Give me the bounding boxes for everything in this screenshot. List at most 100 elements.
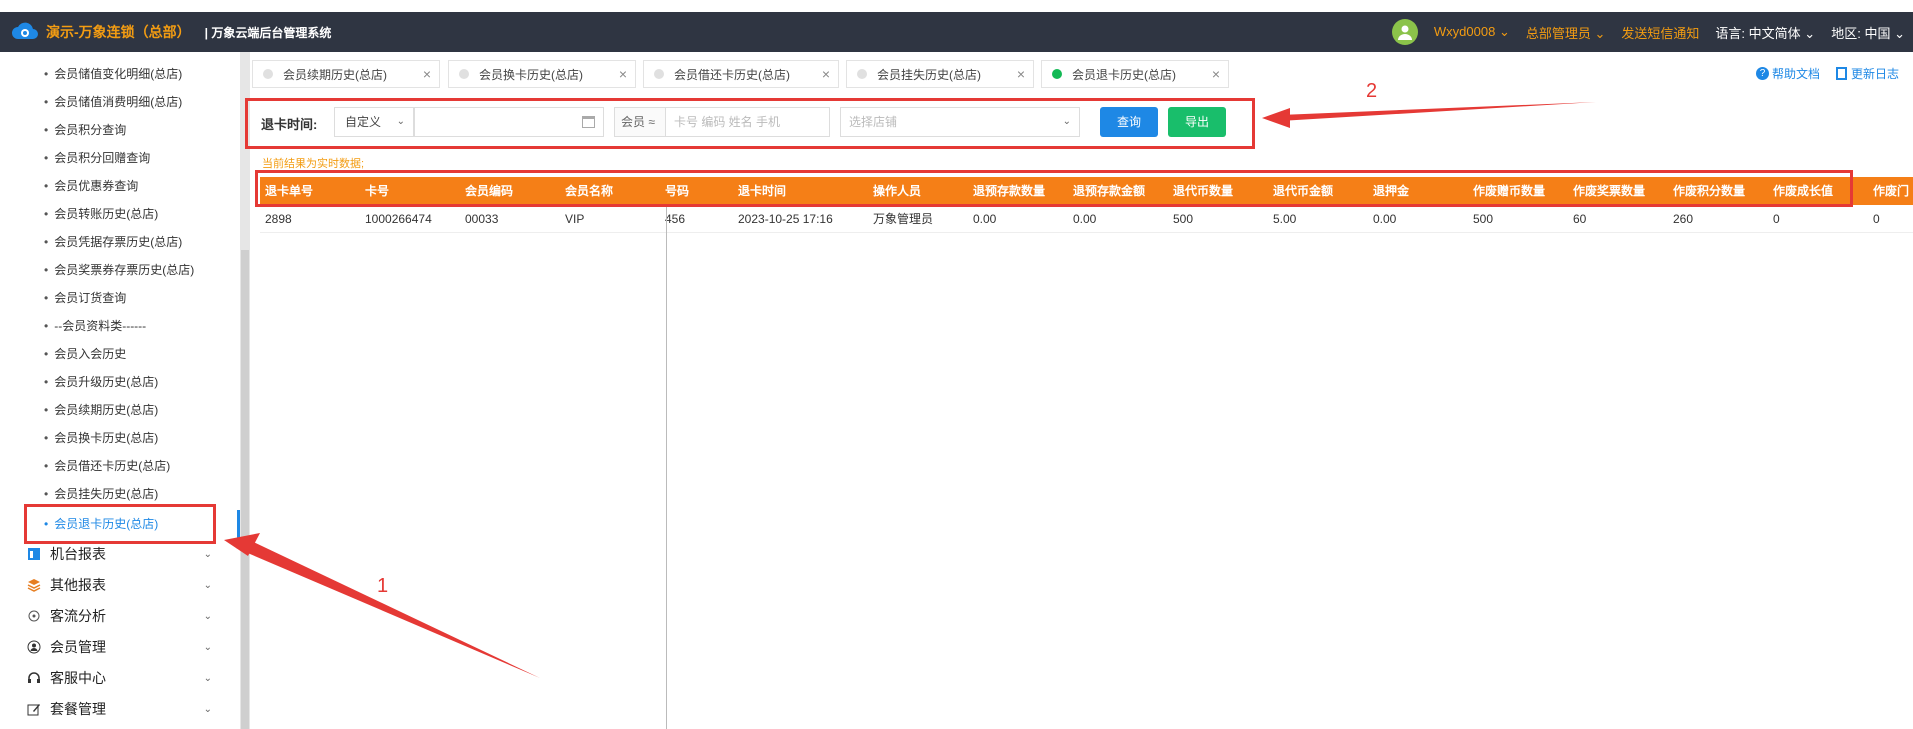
tab-renewal-history[interactable]: 会员续期历史(总店) × <box>252 60 440 88</box>
sidebar-item[interactable]: 会员升级历史(总店) <box>44 372 158 392</box>
chevron-down-icon: ⌄ <box>1804 25 1816 41</box>
role-name: 总部管理员 <box>1525 25 1591 41</box>
column-header[interactable]: 操作人员 <box>873 177 963 205</box>
sidebar-section-label: --会员资料类------ <box>44 316 146 336</box>
table-header: 退卡单号 卡号 会员编码 会员名称 号码 退卡时间 操作人员 退预存款数量 退预… <box>260 177 1913 205</box>
chevron-down-icon: ⌄ <box>1594 25 1606 41</box>
sidebar-item[interactable]: 会员入会历史 <box>44 344 126 364</box>
region-menu[interactable]: 地区: 中国 ⌄ <box>1831 23 1905 42</box>
column-header[interactable]: 作废奖票数量 <box>1573 177 1668 205</box>
close-icon[interactable]: × <box>619 66 627 82</box>
member-search-input[interactable] <box>666 108 829 136</box>
sidebar-item[interactable]: 会员续期历史(总店) <box>44 400 158 420</box>
query-button[interactable]: 查询 <box>1100 107 1158 137</box>
column-header[interactable]: 会员编码 <box>465 177 545 205</box>
sidebar-group-label: 其他报表 <box>50 577 106 593</box>
sidebar-item[interactable]: 会员转账历史(总店) <box>44 204 158 224</box>
help-doc-link[interactable]: ? 帮助文档 <box>1756 65 1820 82</box>
sidebar-item[interactable]: 会员借还卡历史(总店) <box>44 456 170 476</box>
system-name: | 万象云端后台管理系统 <box>204 25 332 40</box>
column-header[interactable]: 退卡单号 <box>265 177 345 205</box>
close-icon[interactable]: × <box>822 66 830 82</box>
sms-notify-link[interactable]: 发送短信通知 <box>1621 23 1699 42</box>
column-header[interactable]: 退押金 <box>1373 177 1468 205</box>
stack-icon <box>26 577 42 593</box>
table-cell: 0 <box>1773 212 1780 226</box>
shop-select[interactable]: 选择店铺 ⌄ <box>840 107 1080 137</box>
column-header[interactable]: 作废成长值 <box>1773 177 1868 205</box>
export-button[interactable]: 导出 <box>1168 107 1226 137</box>
sidebar-group-traffic-analysis[interactable]: 客流分析 ⌄ <box>26 604 216 628</box>
column-header[interactable]: 退代币数量 <box>1173 177 1268 205</box>
tab-card-borrow-history[interactable]: 会员借还卡历史(总店) × <box>643 60 839 88</box>
tab-status-dot <box>459 69 469 79</box>
role-menu[interactable]: 总部管理员 ⌄ <box>1526 23 1606 42</box>
target-icon <box>26 608 42 624</box>
column-header[interactable]: 号码 <box>665 177 725 205</box>
close-icon[interactable]: × <box>1017 66 1025 82</box>
table-cell: 260 <box>1673 212 1694 226</box>
update-log-link[interactable]: 更新日志 <box>1836 65 1899 82</box>
tab-status-dot <box>857 69 867 79</box>
table-cell: 1000266474 <box>365 212 432 226</box>
sidebar-group-package-management[interactable]: 套餐管理 ⌄ <box>26 697 216 721</box>
table-cell: 500 <box>1173 212 1194 226</box>
active-indicator <box>237 510 240 538</box>
sidebar-group-label: 会员管理 <box>50 639 106 655</box>
date-range-input[interactable] <box>414 107 604 137</box>
sidebar-item[interactable]: 会员储值变化明细(总店) <box>44 64 182 84</box>
sidebar-item-active[interactable]: 会员退卡历史(总店) <box>44 514 158 534</box>
annotation-number-1: 1 <box>377 575 389 597</box>
sidebar-item[interactable]: 会员换卡历史(总店) <box>44 428 158 448</box>
column-header[interactable]: 会员名称 <box>565 177 645 205</box>
brand-name[interactable]: 演示-万象连锁（总部） <box>46 22 191 42</box>
sidebar-item[interactable]: 会员奖票券存票历史(总店) <box>44 260 194 280</box>
tab-status-dot <box>1052 69 1062 79</box>
sidebar-group-other-report[interactable]: 其他报表 ⌄ <box>26 573 216 597</box>
column-header[interactable]: 作废门 <box>1873 177 1913 205</box>
sidebar-item[interactable]: 会员优惠券查询 <box>44 176 138 196</box>
sidebar-group-machine-report[interactable]: 机台报表 ⌄ <box>26 542 216 566</box>
column-header[interactable]: 退预存款金额 <box>1073 177 1168 205</box>
tab-card-refund-history[interactable]: 会员退卡历史(总店) × <box>1041 60 1229 88</box>
sidebar-group-customer-service[interactable]: 客服中心 ⌄ <box>26 666 216 690</box>
sidebar-item[interactable]: 会员储值消费明细(总店) <box>44 92 182 112</box>
column-header[interactable]: 卡号 <box>365 177 445 205</box>
table-cell: 500 <box>1473 212 1494 226</box>
app-header: 演示-万象连锁（总部） | 万象云端后台管理系统 Wxyd0008 ⌄ 总部管理… <box>0 12 1913 52</box>
table-cell: 0.00 <box>1073 212 1097 226</box>
column-header[interactable]: 作废赠币数量 <box>1473 177 1568 205</box>
sidebar-scroll-thumb[interactable] <box>241 250 249 729</box>
region-value: 中国 <box>1864 25 1891 41</box>
column-header[interactable]: 退卡时间 <box>738 177 858 205</box>
edit-icon <box>26 701 42 717</box>
tab-loss-report-history[interactable]: 会员挂失历史(总店) × <box>846 60 1034 88</box>
member-search-prefix[interactable]: 会员 ≈ <box>615 108 666 136</box>
member-search[interactable]: 会员 ≈ <box>614 107 830 137</box>
sidebar-item[interactable]: 会员积分回赠查询 <box>44 148 150 168</box>
chevron-down-icon: ⌄ <box>203 703 212 715</box>
chevron-down-icon: ⌄ <box>203 672 212 684</box>
time-range-select[interactable]: 自定义 ⌄ <box>334 107 414 137</box>
sidebar-item[interactable]: 会员凭据存票历史(总店) <box>44 232 182 252</box>
arrow-2 <box>1280 102 1596 121</box>
sidebar-item[interactable]: 会员订货查询 <box>44 288 126 308</box>
user-avatar-icon[interactable] <box>1391 19 1418 45</box>
sidebar-group-label: 客流分析 <box>50 608 106 624</box>
table-row[interactable]: 2898 1000266474 00033 VIP 456 2023-10-25… <box>260 205 1913 233</box>
annotation-number-2: 2 <box>1366 80 1378 102</box>
table-cell: 456 <box>665 212 686 226</box>
filter-bar: 退卡时间: 自定义 ⌄ 会员 ≈ 选择店铺 ⌄ 查询 导出 <box>250 100 1255 150</box>
sidebar-item[interactable]: 会员积分查询 <box>44 120 126 140</box>
sidebar-item[interactable]: 会员挂失历史(总店) <box>44 484 158 504</box>
column-header[interactable]: 退代币金额 <box>1273 177 1368 205</box>
user-menu[interactable]: Wxyd0008 ⌄ <box>1434 24 1510 40</box>
column-header[interactable]: 退预存款数量 <box>973 177 1068 205</box>
close-icon[interactable]: × <box>423 66 431 82</box>
tab-card-change-history[interactable]: 会员换卡历史(总店) × <box>448 60 636 88</box>
column-header[interactable]: 作废积分数量 <box>1673 177 1768 205</box>
language-menu[interactable]: 语言: 中文简体 ⌄ <box>1715 23 1815 42</box>
close-icon[interactable]: × <box>1212 66 1220 82</box>
sidebar-group-member-management[interactable]: 会员管理 ⌄ <box>26 635 216 659</box>
time-range-value: 自定义 <box>345 115 382 129</box>
